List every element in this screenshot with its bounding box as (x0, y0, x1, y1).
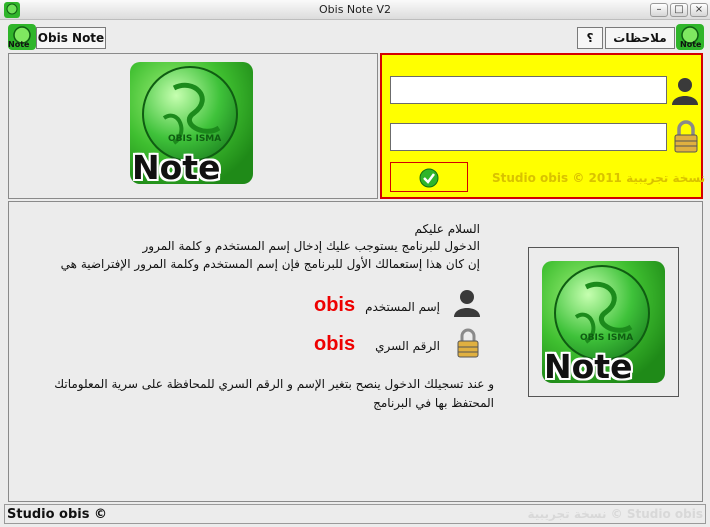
info-logo-note-text: Note (544, 347, 633, 383)
default-password-value: obis (314, 333, 356, 355)
lock-icon (455, 327, 481, 359)
logo-swirl-icon (574, 281, 633, 344)
logo-ring-text: OBIS ISMA (168, 134, 222, 144)
status-left-text: Studio obis © (7, 507, 108, 522)
check-icon (419, 168, 439, 188)
login-submit-button[interactable] (390, 162, 468, 192)
close-button[interactable]: × (690, 3, 708, 17)
logo-tile: OBIS ISMA Note (130, 62, 253, 184)
greeting-text: السلام عليكم (414, 222, 480, 236)
help-button[interactable]: ؟ (577, 27, 603, 49)
notes-logo-caption: Note (680, 40, 702, 49)
security-advice-text: و عند تسجيلك الدخول ينصح بتغير الإسم و ا… (54, 377, 494, 391)
first-use-text: إن كان هذا إستعمالك الأول للبرنامج فإن إ… (60, 257, 480, 271)
status-right-text: نسخة تجريبية © Studio obis (527, 507, 703, 521)
logo-swirl-icon (162, 82, 221, 145)
username-input[interactable] (390, 76, 667, 104)
password-input[interactable] (390, 123, 667, 151)
user-icon (452, 288, 482, 318)
obis-note-button[interactable]: Obis Note (36, 27, 106, 49)
lock-icon (672, 120, 700, 154)
maximize-button[interactable]: □ (670, 3, 688, 17)
logo-note-text: Note (132, 148, 221, 184)
login-instruction-text: الدخول للبرنامج يستوجب عليك إدخال إسم ال… (142, 239, 481, 253)
info-logo-tile: OBIS ISMA Note (542, 261, 665, 383)
app-logo-caption: Note (8, 40, 30, 49)
app-logo-icon[interactable]: Note (8, 24, 36, 50)
window-title: Obis Note V2 (319, 3, 391, 16)
info-logo-ring-text: OBIS ISMA (580, 333, 634, 343)
user-icon (670, 76, 700, 106)
title-bar: Obis Note V2 – □ × (0, 0, 710, 20)
security-advice-text-2: المحتفظ بها في البرنامج (373, 396, 494, 410)
notes-button[interactable]: ملاحظات (605, 27, 675, 49)
minimize-button[interactable]: – (650, 3, 668, 17)
notes-logo-icon[interactable]: Note (676, 24, 704, 50)
default-username-value: obis (314, 294, 356, 316)
login-footer-text: Studio obis © 2011 نسخة تجريبية (492, 171, 706, 185)
